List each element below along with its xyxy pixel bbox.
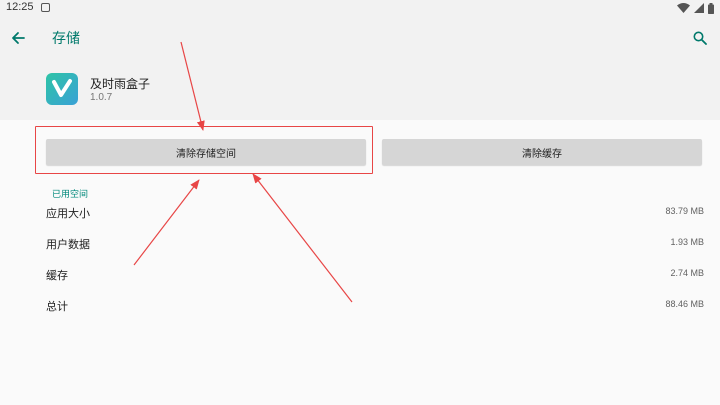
storage-row-cache: 缓存 2.74 MB [0, 265, 720, 285]
search-icon [693, 31, 707, 45]
back-button[interactable] [6, 26, 30, 50]
status-time: 12:25 [6, 1, 34, 13]
clear-cache-button[interactable]: 清除缓存 [382, 139, 702, 165]
search-button[interactable] [688, 26, 712, 50]
app-logo-glyph [52, 79, 72, 97]
storage-row-total: 总计 88.46 MB [0, 296, 720, 316]
section-title-used-space: 已用空间 [52, 190, 89, 200]
row-label: 用户数据 [46, 238, 90, 251]
row-value: 83.79 MB [665, 206, 704, 216]
row-value: 2.74 MB [670, 268, 704, 278]
annotation-highlight-box [35, 126, 373, 174]
storage-row-user-data: 用户数据 1.93 MB [0, 234, 720, 254]
app-name: 及时雨盒子 [90, 77, 151, 91]
cell-signal-icon [694, 3, 704, 13]
status-bar: 12:25 [0, 0, 720, 16]
row-label: 缓存 [46, 269, 68, 282]
app-logo-icon [46, 73, 78, 105]
app-bar: 存储 [0, 16, 720, 60]
arrow-back-icon [12, 32, 25, 44]
row-label: 总计 [46, 300, 68, 313]
notification-square-icon [41, 3, 50, 12]
battery-icon [708, 2, 714, 14]
app-version: 1.0.7 [90, 92, 113, 103]
row-label: 应用大小 [46, 207, 90, 220]
row-value: 88.46 MB [665, 299, 704, 309]
wifi-icon [677, 3, 690, 13]
status-icons [677, 2, 714, 14]
row-value: 1.93 MB [670, 237, 704, 247]
page-title: 存储 [52, 31, 80, 47]
app-header: 及时雨盒子 1.0.7 [0, 60, 720, 120]
storage-row-app-size: 应用大小 83.79 MB [0, 203, 720, 223]
